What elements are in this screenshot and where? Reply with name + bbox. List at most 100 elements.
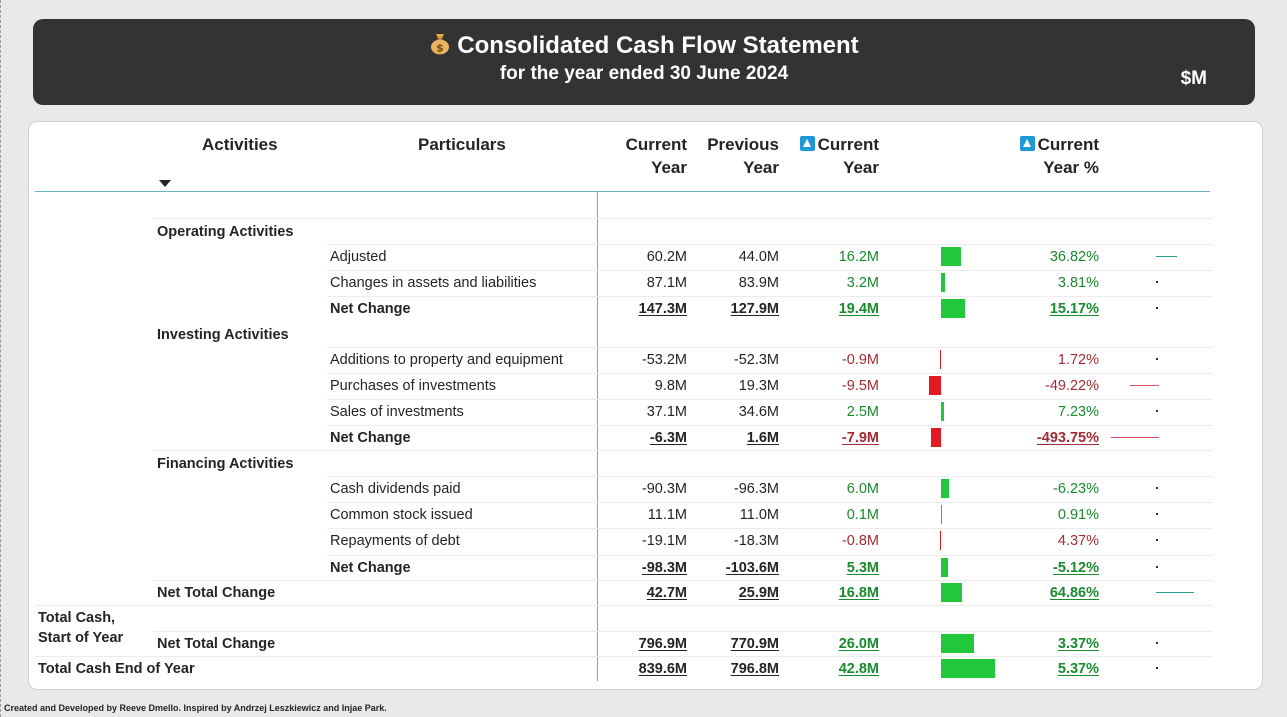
cell-previous-year: 34.6M — [738, 404, 779, 420]
table-row[interactable]: Net Change -6.3M 1.6M -7.9M -493.75% — [29, 425, 1262, 449]
column-header-current-year[interactable]: Current Year — [607, 133, 687, 179]
delta-bar — [941, 659, 995, 678]
table-row[interactable]: Net Change -98.3M -103.6M 5.3M -5.12% — [29, 555, 1262, 579]
cell-previous-year: 83.9M — [738, 275, 779, 291]
header-divider — [35, 191, 1210, 192]
delta-pct-spark — [1156, 642, 1158, 644]
column-header-activities[interactable]: Activities — [202, 133, 278, 156]
cell-particular: Common stock issued — [330, 507, 473, 523]
cell-delta: 2.5M — [846, 404, 879, 420]
cell-previous-year: 11.0M — [739, 507, 779, 523]
delta-bar — [931, 428, 941, 447]
delta-pct-spark — [1156, 487, 1158, 489]
table-row[interactable]: Purchases of investments 9.8M 19.3M -9.5M -4… — [29, 373, 1262, 397]
cell-current-year: 11.1M — [647, 507, 687, 523]
cell-current-year: 37.1M — [646, 404, 687, 420]
cell-previous-year: 25.9M — [738, 585, 779, 601]
table-row[interactable]: 839.6M 796.8M 42.8M 5.37% — [29, 656, 1262, 680]
cell-delta: -0.8M — [841, 533, 879, 549]
cash-flow-table: Activities Particulars Current Year Previ… — [28, 121, 1263, 690]
row-separator — [29, 218, 1262, 242]
table-row[interactable]: Net Change 147.3M 127.9M 19.4M 15.17% — [29, 296, 1262, 320]
cell-particular: Repayments of debt — [330, 533, 460, 549]
delta-triangle-icon — [1019, 136, 1035, 151]
cell-current-year: -19.1M — [641, 533, 687, 549]
cell-current-year: 60.2M — [646, 249, 687, 265]
cell-delta-pct: -6.23% — [1053, 481, 1099, 497]
cell-particular: Net Change — [330, 560, 411, 576]
cell-current-year: 87.1M — [646, 275, 687, 291]
sort-descending-icon[interactable] — [159, 180, 171, 187]
section-investing-activities[interactable]: Investing Activities — [157, 325, 289, 345]
cell-previous-year: -18.3M — [733, 533, 779, 549]
cell-current-year: -90.3M — [641, 481, 687, 497]
cell-particular: Changes in assets and liabilities — [330, 275, 537, 291]
cell-delta-pct: -493.75% — [1036, 430, 1099, 446]
column-header-delta[interactable]: Current Year — [779, 133, 879, 179]
report-header: $ Consolidated Cash Flow Statement for t… — [33, 19, 1255, 105]
table-row[interactable]: Common stock issued 11.1M 11.0M 0.1M 0.91% — [29, 502, 1262, 526]
cell-particular: Cash dividends paid — [330, 481, 461, 497]
column-header-delta-pct[interactable]: Current Year % — [989, 133, 1099, 179]
cell-delta: 5.3M — [846, 560, 879, 576]
delta-pct-spark — [1156, 307, 1158, 309]
cell-delta-pct: 7.23% — [1057, 404, 1099, 420]
delta-bar — [941, 634, 974, 653]
cell-delta: 6.0M — [846, 481, 879, 497]
row-separator — [29, 605, 1262, 629]
cell-current-year: -6.3M — [649, 430, 687, 446]
money-bag-icon: $ — [429, 31, 451, 55]
delta-pct-spark — [1130, 385, 1159, 386]
cell-delta: -7.9M — [841, 430, 879, 446]
cell-delta: 3.2M — [846, 275, 879, 291]
cell-delta-pct: 3.37% — [1057, 636, 1099, 652]
footer-credit: Created and Developed by Reeve Dmello. I… — [4, 703, 387, 713]
cell-delta-pct: 5.37% — [1057, 661, 1099, 677]
delta-pct-spark — [1156, 539, 1158, 541]
table-row[interactable]: 42.7M 25.9M 16.8M 64.86% — [29, 580, 1262, 604]
page-title-line: $ Consolidated Cash Flow Statement — [33, 29, 1255, 60]
cell-current-year: -98.3M — [641, 560, 687, 576]
cell-delta: 16.2M — [838, 249, 879, 265]
cell-delta-pct: 64.86% — [1049, 585, 1099, 601]
delta-pct-spark — [1156, 667, 1158, 669]
cell-particular: Purchases of investments — [330, 378, 497, 394]
page-subtitle: for the year ended 30 June 2024 — [499, 63, 789, 84]
svg-text:$: $ — [436, 42, 444, 55]
page-edge — [0, 0, 2, 717]
cell-current-year: 147.3M — [638, 301, 687, 317]
delta-bar — [929, 376, 941, 395]
cell-delta: 42.8M — [838, 661, 879, 677]
cell-delta-pct: 4.37% — [1057, 533, 1099, 549]
row-separator — [29, 450, 1262, 474]
cell-delta: -0.9M — [841, 352, 879, 368]
cell-delta-pct: 3.81% — [1057, 275, 1099, 291]
cell-current-year: 9.8M — [654, 378, 687, 394]
table-row[interactable]: Changes in assets and liabilities 87.1M 83… — [29, 270, 1262, 294]
delta-bar — [940, 531, 941, 550]
table-row[interactable]: Cash dividends paid -90.3M -96.3M 6.0M -6.23… — [29, 476, 1262, 500]
table-row[interactable]: Sales of investments 37.1M 34.6M 2.5M 7.23% — [29, 399, 1262, 423]
cell-delta-pct: -5.12% — [1053, 560, 1099, 576]
cell-previous-year: -52.3M — [733, 352, 779, 368]
delta-pct-spark — [1156, 358, 1158, 360]
cell-particular: Net Change — [330, 430, 411, 446]
column-header-previous-year[interactable]: Previous Year — [689, 133, 779, 179]
cell-particular: Sales of investments — [330, 404, 464, 420]
cell-current-year: 796.9M — [638, 636, 687, 652]
delta-pct-spark — [1156, 566, 1158, 568]
table-row[interactable]: Repayments of debt -19.1M -18.3M -0.8M 4.37% — [29, 528, 1262, 552]
delta-bar — [941, 273, 945, 292]
table-row[interactable]: 796.9M 770.9M 26.0M 3.37% — [29, 631, 1262, 655]
cell-previous-year: -96.3M — [733, 481, 779, 497]
column-header-particulars[interactable]: Particulars — [418, 133, 506, 156]
delta-pct-spark — [1156, 513, 1158, 515]
delta-bar — [941, 558, 948, 577]
cell-delta: 16.8M — [838, 585, 879, 601]
cell-particular: Additions to property and equipment — [330, 352, 563, 368]
cell-delta-pct: 1.72% — [1057, 352, 1099, 368]
table-row[interactable]: Adjusted 60.2M 44.0M 16.2M 36.82% — [29, 244, 1262, 268]
delta-pct-spark — [1156, 281, 1158, 283]
table-row[interactable]: Additions to property and equipment -53.2… — [29, 347, 1262, 371]
delta-pct-spark — [1156, 592, 1194, 593]
